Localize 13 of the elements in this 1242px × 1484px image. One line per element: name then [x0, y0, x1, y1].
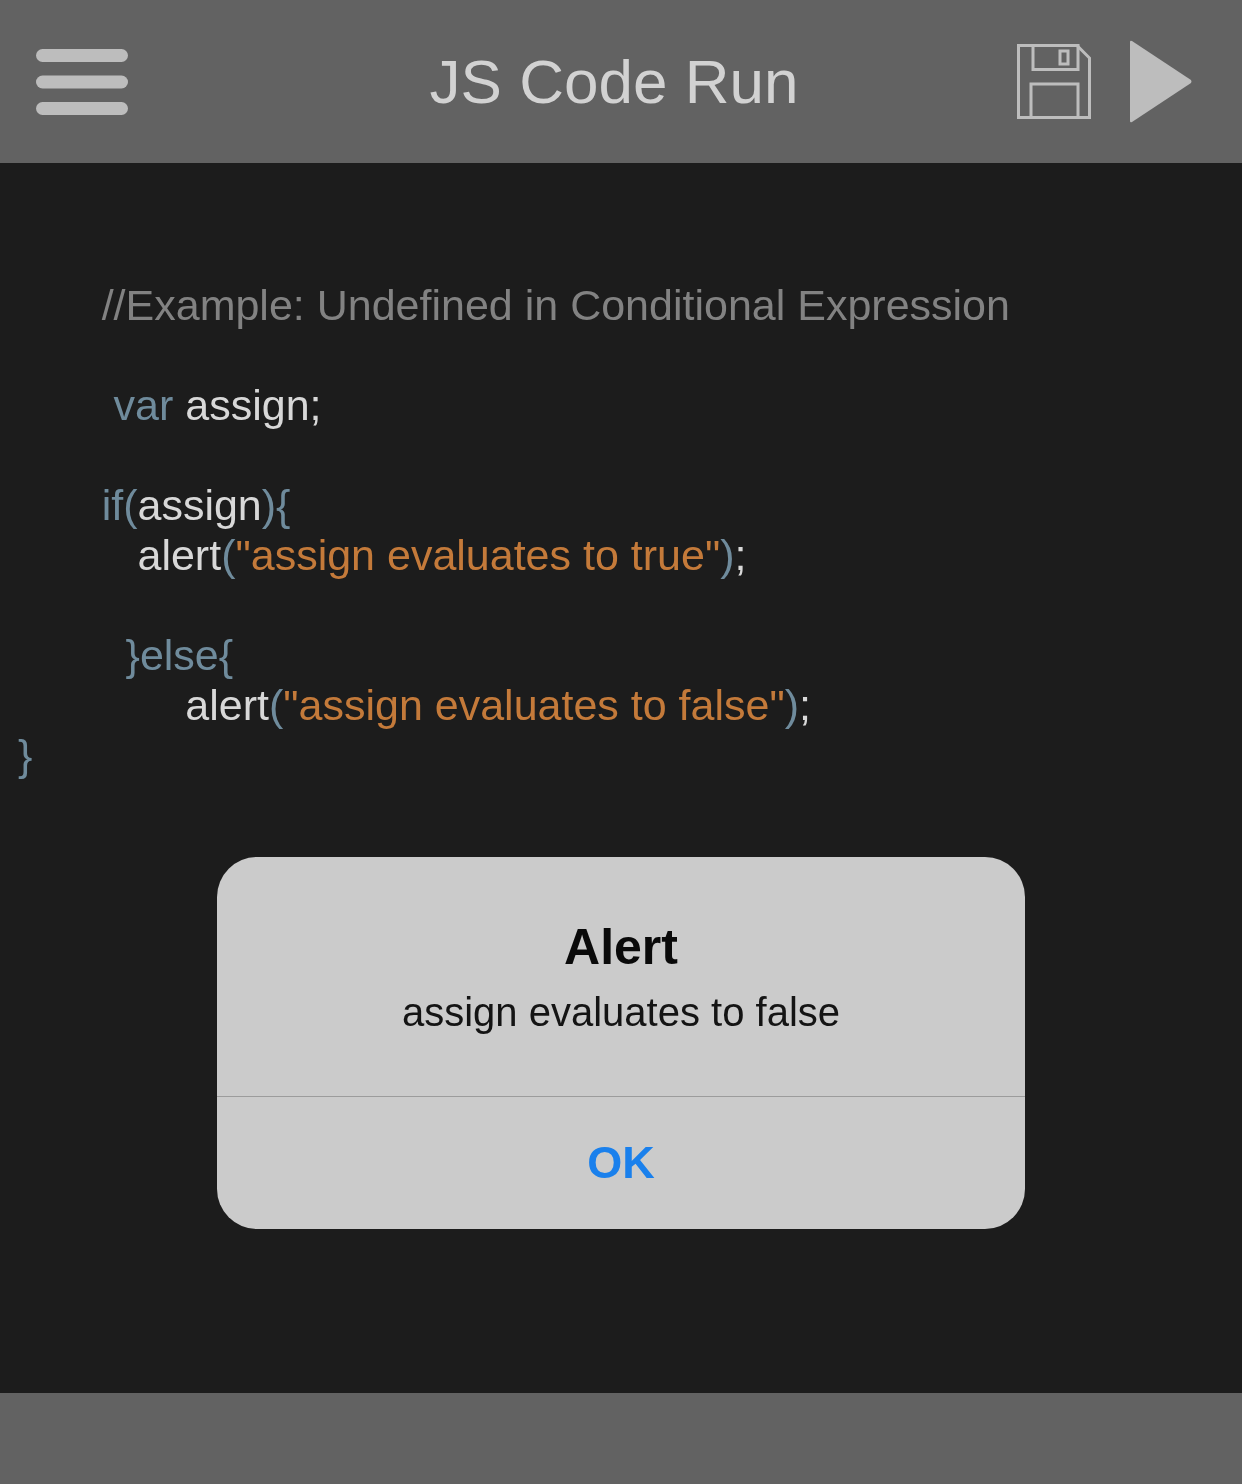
- alert-message: assign evaluates to false: [401, 989, 840, 1035]
- menu-icon[interactable]: [36, 48, 128, 115]
- code-line: }else{: [125, 630, 234, 680]
- save-icon[interactable]: [1017, 44, 1091, 119]
- code-line: alert("assign evaluates to true");: [137, 530, 747, 580]
- app-title: JS Code Run: [429, 46, 799, 117]
- code-line: alert("assign evaluates to false");: [185, 680, 811, 730]
- play-icon[interactable]: [1130, 40, 1192, 123]
- code-line: //Example: Undefined in Conditional Expression: [101, 280, 1010, 330]
- code-line: var assign;: [113, 380, 322, 430]
- alert-title: Alert: [564, 919, 678, 975]
- code-line: if(assign){: [101, 480, 291, 530]
- code-line: }: [18, 730, 33, 780]
